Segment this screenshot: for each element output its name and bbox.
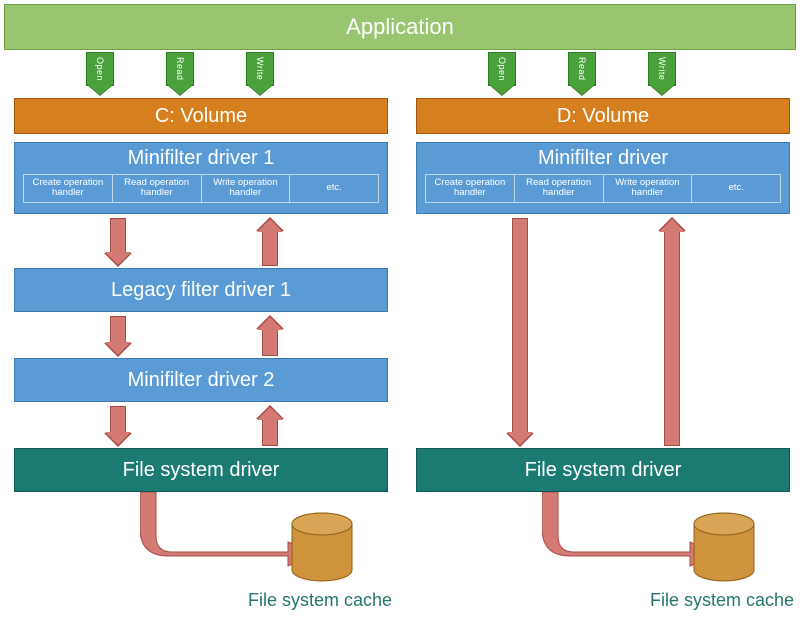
minifilter-1-title: Minifilter driver 1: [15, 147, 387, 170]
arrow-up-right: [664, 230, 680, 446]
volume-c-box: C: Volume: [14, 98, 388, 134]
handler-create-r: Create operation handler: [426, 175, 515, 202]
arrow-up-3: [262, 418, 278, 446]
cache-cylinder-right: [692, 512, 756, 582]
arrow-up-1: [262, 230, 278, 266]
minifilter-right-box: Minifilter driver Create operation handl…: [416, 142, 790, 214]
volume-d-box: D: Volume: [416, 98, 790, 134]
minifilter-2-box: Minifilter driver 2: [14, 358, 388, 402]
open-arrow-right: Open: [488, 52, 516, 86]
arrow-down-1: [110, 218, 126, 254]
volume-c-label: C: Volume: [155, 105, 247, 128]
fs-driver-left-label: File system driver: [123, 459, 280, 482]
minifilter-1-box: Minifilter driver 1 Create operation han…: [14, 142, 388, 214]
handlers-row-left: Create operation handler Read operation …: [23, 174, 379, 203]
application-label: Application: [346, 14, 454, 40]
write-arrow-left: Write: [246, 52, 274, 86]
minifilter-right-title: Minifilter driver: [417, 147, 789, 170]
arrow-down-3: [110, 406, 126, 434]
handler-read: Read operation handler: [113, 175, 202, 202]
read-label: Read: [175, 57, 185, 81]
read-label-r: Read: [577, 57, 587, 81]
write-arrow-right: Write: [648, 52, 676, 86]
write-label-r: Write: [657, 57, 667, 80]
arrow-down-2: [110, 316, 126, 344]
cache-label-left: File system cache: [248, 590, 392, 611]
read-arrow-left: Read: [166, 52, 194, 86]
fs-driver-right-label: File system driver: [525, 459, 682, 482]
legacy-filter-box: Legacy filter driver 1: [14, 268, 388, 312]
handler-read-r: Read operation handler: [515, 175, 604, 202]
handler-create: Create operation handler: [24, 175, 113, 202]
handlers-row-right: Create operation handler Read operation …: [425, 174, 781, 203]
arrow-up-2: [262, 328, 278, 356]
legacy-filter-label: Legacy filter driver 1: [111, 279, 291, 302]
volume-d-label: D: Volume: [557, 105, 649, 128]
open-label-r: Open: [497, 57, 507, 81]
read-arrow-right: Read: [568, 52, 596, 86]
write-label: Write: [255, 57, 265, 80]
application-box: Application: [4, 4, 796, 50]
handler-etc-r: etc.: [692, 175, 780, 202]
fs-driver-right-box: File system driver: [416, 448, 790, 492]
arrow-down-right: [512, 218, 528, 434]
open-label: Open: [95, 57, 105, 81]
fs-driver-left-box: File system driver: [14, 448, 388, 492]
open-arrow-left: Open: [86, 52, 114, 86]
minifilter-2-label: Minifilter driver 2: [128, 369, 275, 392]
handler-etc: etc.: [290, 175, 378, 202]
cache-cylinder-left: [290, 512, 354, 582]
handler-write: Write operation handler: [202, 175, 291, 202]
handler-write-r: Write operation handler: [604, 175, 693, 202]
cache-label-right: File system cache: [650, 590, 794, 611]
